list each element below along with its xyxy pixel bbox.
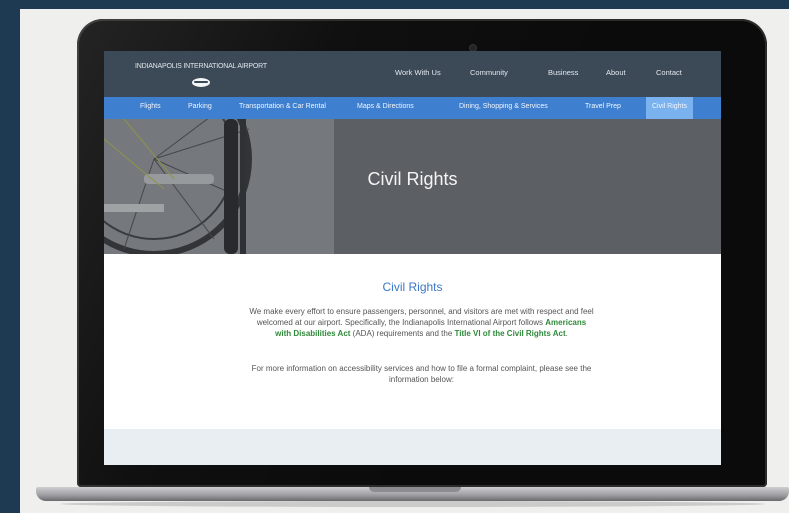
main-nav: Flights Parking Transportation & Car Ren… [104, 97, 721, 119]
nav-travel-prep[interactable]: Travel Prep [585, 103, 621, 110]
nav-parking[interactable]: Parking [188, 103, 212, 110]
nav-maps-directions[interactable]: Maps & Directions [357, 103, 414, 110]
top-nav-business[interactable]: Business [548, 68, 578, 77]
top-nav-about[interactable]: About [606, 68, 626, 77]
main-content: Civil Rights We make every effort to ens… [104, 254, 721, 429]
intro-text-start: We make every effort to ensure passenger… [249, 307, 594, 327]
title-vi-link[interactable]: Title VI of the Civil Rights Act [454, 329, 565, 338]
top-nav-work-with-us[interactable]: Work With Us [395, 68, 441, 77]
top-nav-contact[interactable]: Contact [656, 68, 682, 77]
site-header: INDIANAPOLIS INTERNATIONAL AIRPORT Work … [104, 51, 721, 97]
top-nav: Work With Us Community Business About Co… [104, 68, 721, 82]
intro-text-end: . [565, 329, 568, 338]
info-paragraph: For more information on accessibility se… [251, 364, 592, 384]
hero-banner: Civil Rights [104, 119, 721, 254]
nav-civil-rights[interactable]: Civil Rights [646, 97, 694, 119]
laptop-shadow [60, 501, 765, 507]
section-heading: Civil Rights [382, 280, 443, 294]
laptop-notch [369, 487, 461, 492]
laptop-photo: INDIANAPOLIS INTERNATIONAL AIRPORT Work … [20, 9, 789, 513]
nav-transportation[interactable]: Transportation & Car Rental [239, 103, 326, 110]
intro-paragraph: We make every effort to ensure passenger… [249, 306, 594, 339]
top-nav-community[interactable]: Community [470, 68, 508, 77]
hero-title: Civil Rights [367, 169, 458, 189]
next-section-band [104, 429, 721, 465]
nav-flights[interactable]: Flights [140, 103, 161, 110]
website-screen: INDIANAPOLIS INTERNATIONAL AIRPORT Work … [104, 51, 721, 465]
intro-text-middle: (ADA) requirements and the [350, 329, 455, 338]
nav-dining-shopping[interactable]: Dining, Shopping & Services [459, 103, 548, 110]
